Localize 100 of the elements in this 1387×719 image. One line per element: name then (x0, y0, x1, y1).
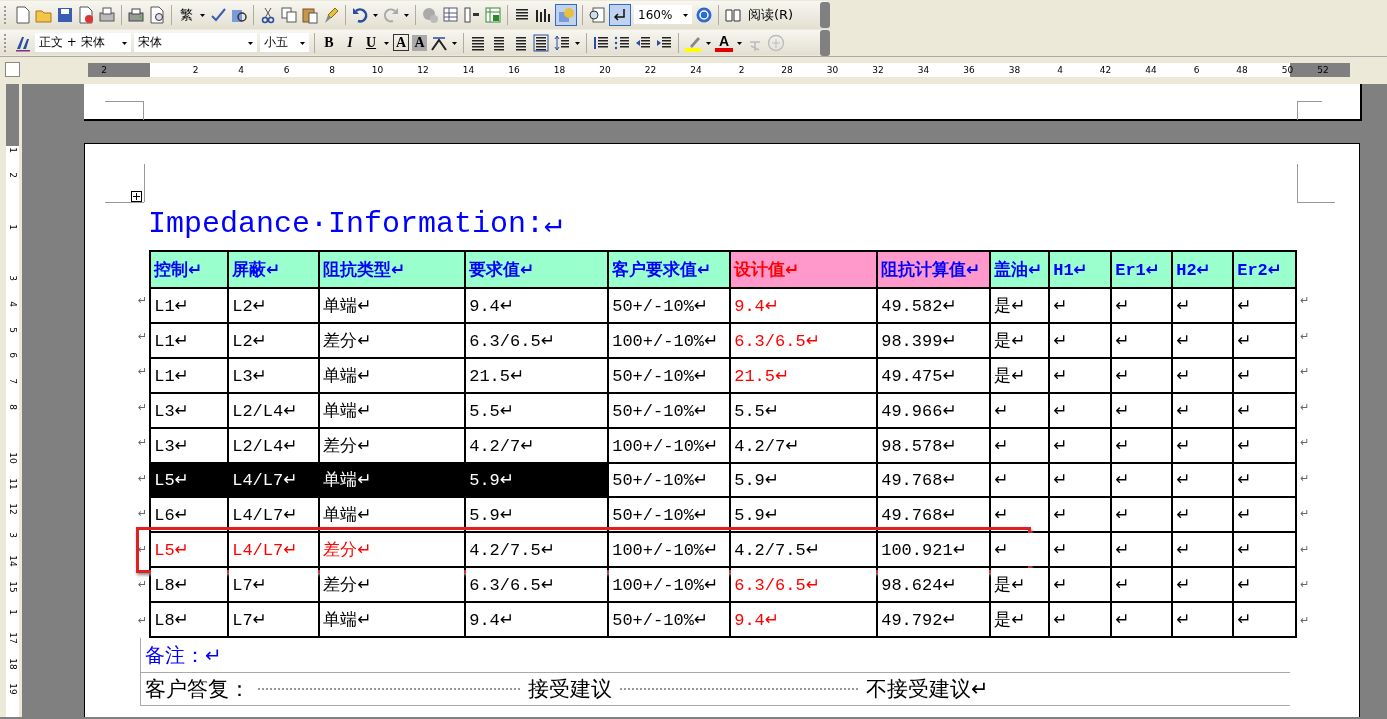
paste-icon[interactable] (301, 5, 319, 24)
table-cell: 100+/-10%↵ (608, 532, 731, 568)
table-cell: 100+/-10%↵ (608, 567, 731, 602)
ruler-number: 3 (7, 531, 18, 540)
table-cell: ↵ (1049, 288, 1112, 323)
line-spacing-icon[interactable] (553, 33, 571, 52)
read-button[interactable]: 阅读(R) (745, 3, 797, 26)
scissors-icon[interactable] (259, 5, 277, 24)
end-of-row-mark: ↵ (1299, 435, 1310, 451)
table-cell: 21.5↵ (465, 357, 609, 393)
character-border-button[interactable]: A (393, 34, 409, 51)
table-cell: ↵ (1172, 357, 1234, 393)
table-cell: ↵ (1111, 427, 1173, 463)
document-icon[interactable] (77, 5, 95, 24)
undo-icon[interactable] (351, 5, 369, 24)
table-cell: ↵ (1172, 427, 1234, 463)
table-cell: L4/L7↵ (228, 532, 320, 568)
table-cell: 单端↵ (319, 462, 466, 498)
table-cell: 6.3/6.5↵ (730, 323, 878, 358)
printer-icon[interactable] (98, 5, 116, 24)
table-cell: ↵ (1172, 323, 1234, 358)
ruler-number: 48 (1236, 64, 1248, 77)
row-start-mark: ↵ (138, 364, 149, 380)
ruler-number: 1 (7, 145, 18, 155)
reply-label: 客户答复： (145, 676, 250, 703)
table-cell: 9.4↵ (465, 602, 609, 637)
ruler-number: 8 (7, 402, 18, 412)
document-title: Impedance·Information:↵ (148, 206, 564, 243)
zoom-dropdown[interactable]: 160% (634, 5, 692, 24)
end-of-row-mark: ↵ (1299, 541, 1310, 558)
column-header: 设计值↵ (734, 261, 800, 281)
ruler-number: 44 (1145, 64, 1157, 77)
ruler-number: 4 (238, 64, 244, 77)
ruler-number: 34 (917, 64, 930, 77)
table-cell: ↵ (1233, 357, 1297, 393)
table-cell: 6.3/6.5↵ (465, 323, 609, 358)
underline-button[interactable]: U (362, 34, 380, 51)
table-icon[interactable] (442, 5, 460, 24)
table-cell: ↵ (1049, 567, 1112, 602)
bold-button[interactable]: B (320, 34, 338, 51)
formatting-marks-icon[interactable] (609, 3, 631, 26)
ruler-number: 7 (7, 377, 18, 386)
font-dropdown[interactable]: 宋体 (134, 33, 257, 52)
style-dropdown[interactable]: 正文 + 宋体 (35, 33, 131, 52)
ruler-number: 5 (7, 325, 18, 335)
notes-label: 备注：↵ (140, 638, 1295, 672)
table-move-handle-icon[interactable] (131, 191, 142, 202)
end-of-row-mark: ↵ (1299, 470, 1310, 487)
row-start-mark: ↵ (138, 612, 149, 629)
table-cell: 是↵ (990, 602, 1050, 637)
table-cell: 单端↵ (319, 602, 466, 637)
font-color-button[interactable]: A (715, 33, 733, 52)
italic-button[interactable]: I (341, 34, 359, 51)
toolbar-options-button[interactable] (820, 29, 830, 56)
table-cell: ↵ (1233, 602, 1297, 637)
table-cell: ↵ (1111, 392, 1173, 428)
traditional-chinese-button[interactable]: 繁 (177, 3, 196, 26)
table-cell: L8↵ (150, 567, 229, 602)
document-map-icon[interactable] (588, 5, 606, 24)
format-painter-icon[interactable] (322, 5, 340, 24)
table-cell: 单端↵ (319, 288, 466, 323)
table-cell: L2↵ (228, 288, 320, 323)
ruler-number: 1 (7, 222, 18, 232)
table-cell: 50+/-10%↵ (608, 602, 731, 637)
print-preview-icon[interactable] (148, 5, 166, 24)
new-document-icon[interactable] (14, 5, 32, 24)
spreadsheet-icon[interactable] (484, 5, 502, 24)
copy-icon[interactable] (280, 5, 298, 24)
table-cell: ↵ (1233, 427, 1297, 463)
distributed-icon[interactable] (532, 33, 550, 52)
table-cell: L2↵ (228, 323, 320, 358)
ruler-number: 11 (7, 477, 18, 491)
table-cell: ↵ (990, 532, 1050, 568)
table-cell: 100+/-10%↵ (608, 323, 731, 358)
table-cell: ↵ (1049, 462, 1112, 498)
table-cell: ↵ (1172, 462, 1234, 498)
table-cell: L1↵ (150, 357, 229, 393)
ruler-number: 6 (283, 64, 290, 77)
table-cell: 是↵ (990, 567, 1050, 602)
table-cell: 差分↵ (319, 532, 466, 568)
ruler-number: 14 (462, 64, 475, 77)
ruler-number: 2 (101, 64, 107, 77)
printer-icon[interactable] (127, 5, 145, 24)
save-icon[interactable] (56, 5, 74, 24)
toolbar-options-button[interactable] (820, 1, 830, 28)
table-cell: ↵ (1233, 462, 1297, 498)
tab-selector[interactable] (5, 62, 20, 77)
font-size-dropdown[interactable]: 小五 (260, 33, 309, 52)
table-cell: L1↵ (150, 288, 229, 323)
table-cell: ↵ (1049, 427, 1112, 463)
ruler-number: 17 (7, 631, 18, 645)
table-cell: ↵ (1111, 497, 1173, 533)
table-cell: 5.5↵ (465, 392, 609, 428)
character-shading-button[interactable]: A (412, 34, 427, 51)
ruler-number: 2 (738, 64, 745, 77)
table-cell: L3↵ (150, 427, 229, 463)
drawing-icon[interactable] (555, 3, 577, 26)
table-cell: 差分↵ (319, 427, 466, 463)
end-of-row-mark: ↵ (1299, 328, 1310, 345)
table-cell: ↵ (1172, 602, 1234, 637)
